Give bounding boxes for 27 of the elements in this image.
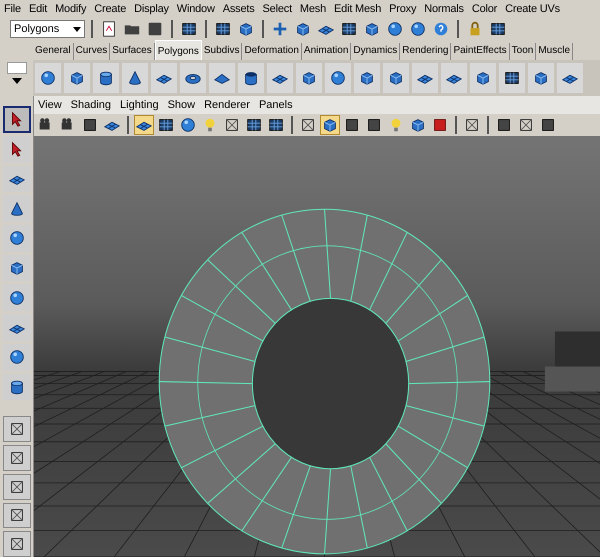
panel-menu-item[interactable]: Shading: [70, 96, 112, 114]
panel-menu-item[interactable]: View: [38, 96, 62, 114]
menu-item[interactable]: Display: [134, 0, 169, 18]
caret-icon[interactable]: [12, 78, 22, 84]
menu-item[interactable]: Select: [262, 0, 292, 18]
menu-item[interactable]: Normals: [424, 0, 464, 18]
menu-item[interactable]: Mesh: [300, 0, 326, 18]
mode-dropdown[interactable]: Polygons: [10, 20, 85, 38]
menu-item[interactable]: Modify: [55, 0, 86, 18]
panel-menu-item[interactable]: Lighting: [120, 96, 159, 114]
menu-item[interactable]: Color: [472, 0, 498, 18]
menu-item[interactable]: Edit Mesh: [334, 0, 382, 18]
viewport-background[interactable]: [34, 136, 600, 557]
panel-menu-item[interactable]: Show: [168, 96, 196, 114]
menu-item[interactable]: Create UVs: [505, 0, 560, 18]
partial-object-drawing: [544, 331, 600, 392]
cube-icon[interactable]: [320, 115, 340, 135]
menu-item[interactable]: File: [4, 0, 21, 18]
menu-item[interactable]: Window: [176, 0, 215, 18]
shelf-tab[interactable]: Polygons: [154, 40, 202, 60]
caret-icon: [73, 26, 81, 32]
menu-item[interactable]: Edit: [28, 0, 48, 18]
menu-item[interactable]: Assets: [222, 0, 255, 18]
menu-item[interactable]: Create: [94, 0, 126, 18]
panel-menu-item[interactable]: Renderer: [204, 96, 250, 114]
panel-menu-item[interactable]: Panels: [258, 96, 293, 114]
menu-item[interactable]: Proxy: [389, 0, 416, 18]
